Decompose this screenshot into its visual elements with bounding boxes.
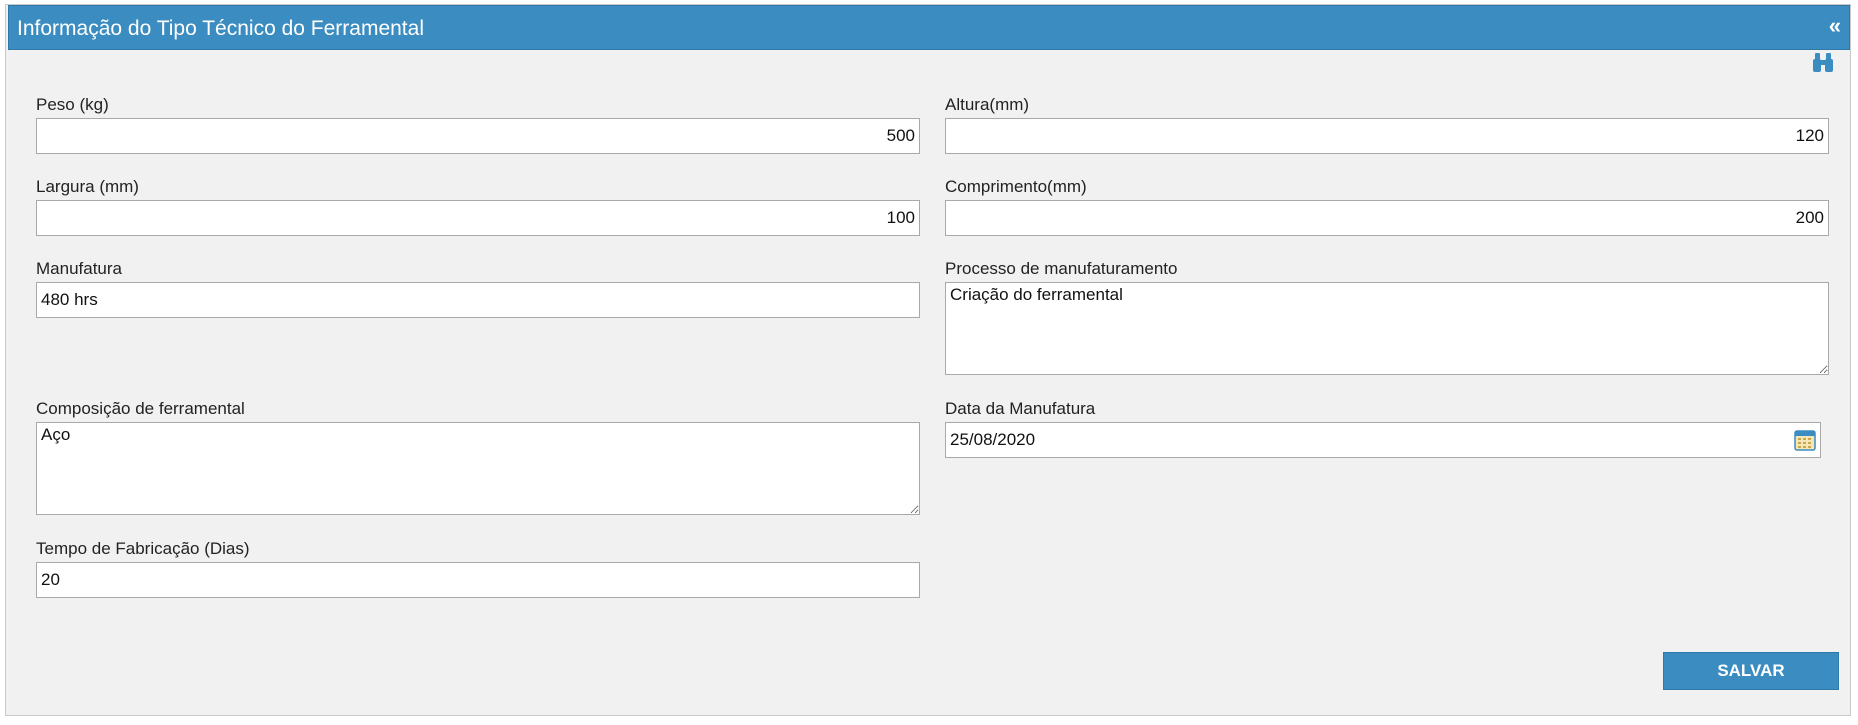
peso-input[interactable] [36,118,920,154]
panel-header: Informação do Tipo Técnico do Ferramenta… [8,5,1850,50]
calendar-icon[interactable] [1794,429,1816,451]
panel-title: Informação do Tipo Técnico do Ferramenta… [17,17,424,40]
binoculars-icon[interactable] [1811,52,1835,74]
altura-input[interactable] [945,118,1829,154]
data-manufatura-input[interactable] [950,423,1737,457]
altura-label: Altura(mm) [945,95,1030,114]
date-picker [945,422,1821,458]
comprimento-input[interactable] [945,200,1829,236]
largura-label: Largura (mm) [36,177,139,196]
largura-input[interactable] [36,200,920,236]
collapse-icon[interactable]: « [1829,15,1841,37]
tempo-input[interactable] [36,562,920,598]
comprimento-label: Comprimento(mm) [945,177,1087,196]
processo-textarea[interactable]: Criação do ferramental [945,282,1829,375]
peso-label: Peso (kg) [36,95,109,114]
manufatura-input[interactable] [36,282,920,318]
tempo-label: Tempo de Fabricação (Dias) [36,539,250,558]
composicao-label: Composição de ferramental [36,399,245,418]
processo-label: Processo de manufaturamento [945,259,1178,278]
manufatura-label: Manufatura [36,259,122,278]
data-manufatura-label: Data da Manufatura [945,399,1096,418]
save-button[interactable]: SALVAR [1663,652,1839,690]
composicao-textarea[interactable]: Aço [36,422,920,515]
